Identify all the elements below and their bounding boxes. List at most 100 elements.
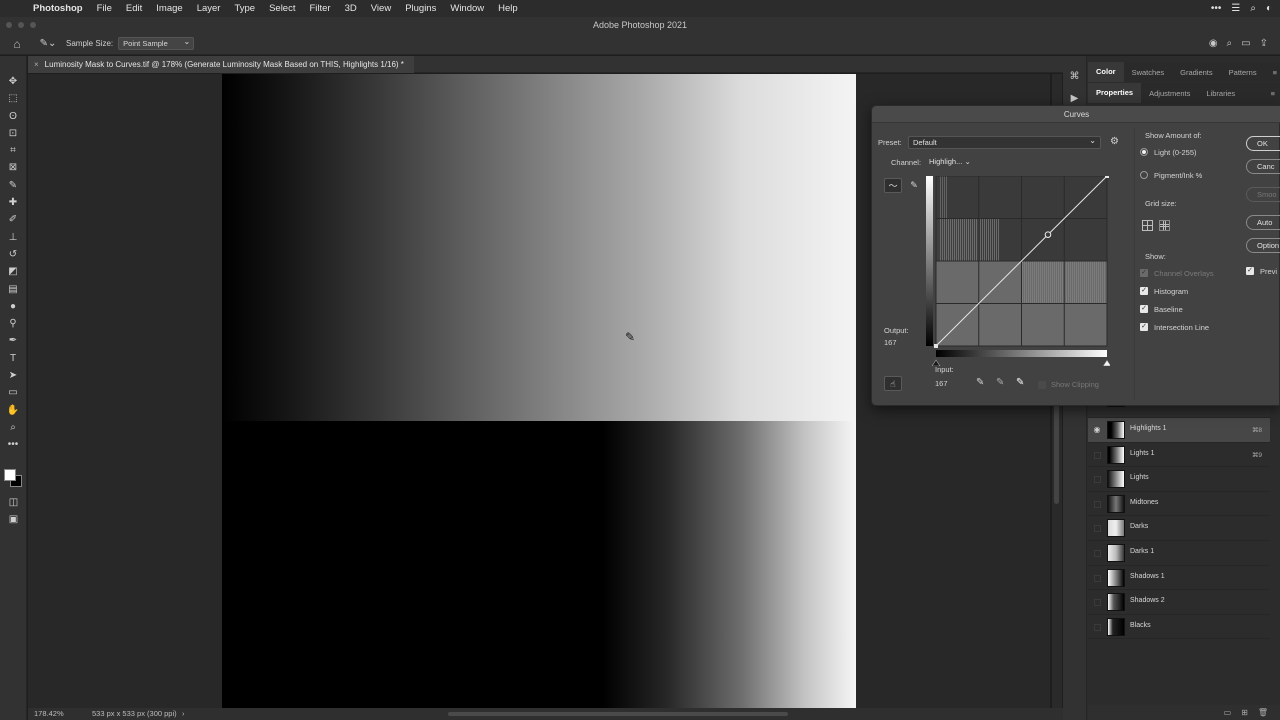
pigment-radio[interactable] xyxy=(1140,171,1148,179)
sample-size-select[interactable]: Point Sample xyxy=(118,36,195,50)
visibility-toggle[interactable] xyxy=(1094,599,1101,607)
edit-toolbar-icon[interactable]: ••• xyxy=(0,436,26,453)
workspace-icon[interactable]: ▭ xyxy=(1241,38,1250,49)
tab-adjustments[interactable]: Adjustments xyxy=(1141,89,1198,98)
layer-row-lights-1[interactable]: Lights 1 ⌘9 xyxy=(1088,443,1270,468)
history-panel-icon[interactable]: ⌘ xyxy=(1063,66,1086,88)
visibility-toggle[interactable] xyxy=(1094,623,1101,631)
history-brush-tool-icon[interactable]: ↺ xyxy=(0,246,26,263)
tab-gradients[interactable]: Gradients xyxy=(1172,68,1221,77)
crop-tool-icon[interactable]: ⌗ xyxy=(0,142,26,159)
curve-point[interactable] xyxy=(1044,231,1052,238)
baseline-checkbox[interactable]: ✓ xyxy=(1140,305,1148,313)
brush-tool-icon[interactable]: ✐ xyxy=(0,211,26,228)
menu-layer[interactable]: Layer xyxy=(190,3,228,14)
horizontal-scroll-thumb[interactable] xyxy=(448,712,788,716)
healing-brush-tool-icon[interactable]: ✚ xyxy=(0,194,26,211)
menu-filter[interactable]: Filter xyxy=(302,3,337,14)
tab-swatches[interactable]: Swatches xyxy=(1124,68,1173,77)
home-icon[interactable]: ⌂ xyxy=(0,37,34,51)
menu-select[interactable]: Select xyxy=(262,3,302,14)
frame-tool-icon[interactable]: ⊠ xyxy=(0,159,26,176)
delete-layer-icon[interactable]: 🗑︎ xyxy=(1258,705,1268,720)
share-icon[interactable]: ◉ xyxy=(1209,38,1218,49)
eyedropper-tool-icon[interactable]: ✎ xyxy=(0,177,26,194)
menu-view[interactable]: View xyxy=(364,3,398,14)
blur-tool-icon[interactable]: ● xyxy=(0,298,26,315)
menu-photoshop[interactable]: Photoshop xyxy=(26,3,90,14)
pen-tool-icon[interactable]: ✒ xyxy=(0,332,26,349)
screen-mode-icon[interactable]: ▣ xyxy=(0,511,27,528)
cancel-button[interactable]: Canc xyxy=(1246,159,1280,174)
auto-button[interactable]: Auto xyxy=(1246,215,1280,230)
channel-select[interactable]: Highligh... ⌄ xyxy=(929,157,971,166)
zoom-tool-icon[interactable]: ⌕ xyxy=(0,419,26,436)
curve-point[interactable] xyxy=(934,344,938,348)
visibility-toggle[interactable] xyxy=(1094,451,1101,459)
layer-row-darks-1[interactable]: Darks 1 xyxy=(1088,541,1270,566)
clone-stamp-tool-icon[interactable]: ⊥ xyxy=(0,229,26,246)
panel-menu-icon[interactable]: ≡ xyxy=(1263,89,1280,98)
black-eyedropper-icon[interactable]: ✎ xyxy=(976,377,984,388)
document-image[interactable] xyxy=(222,74,856,708)
document-tab[interactable]: × Luminosity Mask to Curves.tif @ 178% (G… xyxy=(28,56,414,73)
light-radio[interactable] xyxy=(1140,148,1148,156)
control-center-icon[interactable]: ☰ xyxy=(1231,3,1240,14)
document-info[interactable]: 533 px x 533 px (300 ppi) xyxy=(92,708,177,720)
eraser-tool-icon[interactable]: ◩ xyxy=(0,263,26,280)
tab-libraries[interactable]: Libraries xyxy=(1198,89,1243,98)
layer-row-midtones[interactable]: Midtones xyxy=(1088,492,1270,517)
spotlight-icon[interactable]: ⌕ xyxy=(1250,3,1256,14)
menu-type[interactable]: Type xyxy=(227,3,262,14)
share-doc-icon[interactable]: ⇪ xyxy=(1260,38,1268,49)
panel-menu-icon[interactable]: ≡ xyxy=(1265,68,1280,77)
tab-properties[interactable]: Properties xyxy=(1088,83,1142,103)
lasso-tool-icon[interactable]: ʘ xyxy=(0,108,26,125)
on-image-adjust-icon[interactable]: ☝ xyxy=(884,376,902,391)
foreground-color-swatch[interactable] xyxy=(4,469,16,481)
move-tool-icon[interactable]: ✥ xyxy=(0,73,26,90)
menu-image[interactable]: Image xyxy=(149,3,189,14)
white-eyedropper-icon[interactable]: ✎ xyxy=(1016,377,1024,388)
search-icon[interactable]: ⌕ xyxy=(1227,38,1233,49)
more-icon[interactable]: ••• xyxy=(1211,3,1222,14)
quick-mask-icon[interactable]: ◫ xyxy=(0,494,27,511)
preset-options-gear-icon[interactable]: ⚙ xyxy=(1110,136,1119,147)
new-group-icon[interactable]: ▭ xyxy=(1224,705,1232,720)
rectangle-tool-icon[interactable]: ▭ xyxy=(0,384,26,401)
path-select-tool-icon[interactable]: ➤ xyxy=(0,367,26,384)
close-window-icon[interactable] xyxy=(6,22,12,28)
histogram-checkbox[interactable]: ✓ xyxy=(1140,287,1148,295)
new-layer-icon[interactable]: ⊞ xyxy=(1241,705,1248,720)
menu-window[interactable]: Window xyxy=(443,3,491,14)
curves-graph[interactable] xyxy=(926,176,1110,366)
pencil-draw-tool-icon[interactable]: ✎ xyxy=(905,178,923,193)
hand-tool-icon[interactable]: ✋ xyxy=(0,402,26,419)
status-chevron-icon[interactable]: › xyxy=(182,708,185,720)
visibility-toggle[interactable] xyxy=(1094,476,1101,484)
tab-color[interactable]: Color xyxy=(1088,62,1124,82)
channel-overlays-checkbox[interactable]: ✓ xyxy=(1140,269,1148,277)
gradient-tool-icon[interactable]: ▤ xyxy=(0,281,26,298)
visibility-toggle[interactable] xyxy=(1094,500,1101,508)
simple-grid-button[interactable] xyxy=(1142,220,1153,231)
eyedropper-tool-preset-icon[interactable]: ✎⌄ xyxy=(34,38,62,49)
eye-icon[interactable]: ◉ xyxy=(1092,425,1102,435)
output-value[interactable]: 167 xyxy=(884,338,897,347)
intersection-line-checkbox[interactable]: ✓ xyxy=(1140,323,1148,331)
close-tab-icon[interactable]: × xyxy=(34,60,39,69)
dodge-tool-icon[interactable]: ⚲ xyxy=(0,315,26,332)
quick-select-tool-icon[interactable]: ⊡ xyxy=(0,125,26,142)
menu-edit[interactable]: Edit xyxy=(119,3,149,14)
input-value[interactable]: 167 xyxy=(935,379,948,388)
detailed-grid-button[interactable] xyxy=(1159,220,1170,231)
curve-point[interactable] xyxy=(1105,176,1109,178)
marquee-tool-icon[interactable]: ⬚ xyxy=(0,90,26,107)
visibility-toggle[interactable] xyxy=(1094,574,1101,582)
layer-row-highlights-1[interactable]: ◉ Highlights 1 ⌘8 xyxy=(1088,418,1270,443)
gray-eyedropper-icon[interactable]: ✎ xyxy=(996,377,1004,388)
curve-points-tool-icon[interactable]: 〜 xyxy=(884,178,902,193)
layer-row-darks[interactable]: Darks xyxy=(1088,516,1270,541)
smooth-button[interactable]: Smoo xyxy=(1246,187,1280,202)
options-button[interactable]: Option xyxy=(1246,238,1280,253)
